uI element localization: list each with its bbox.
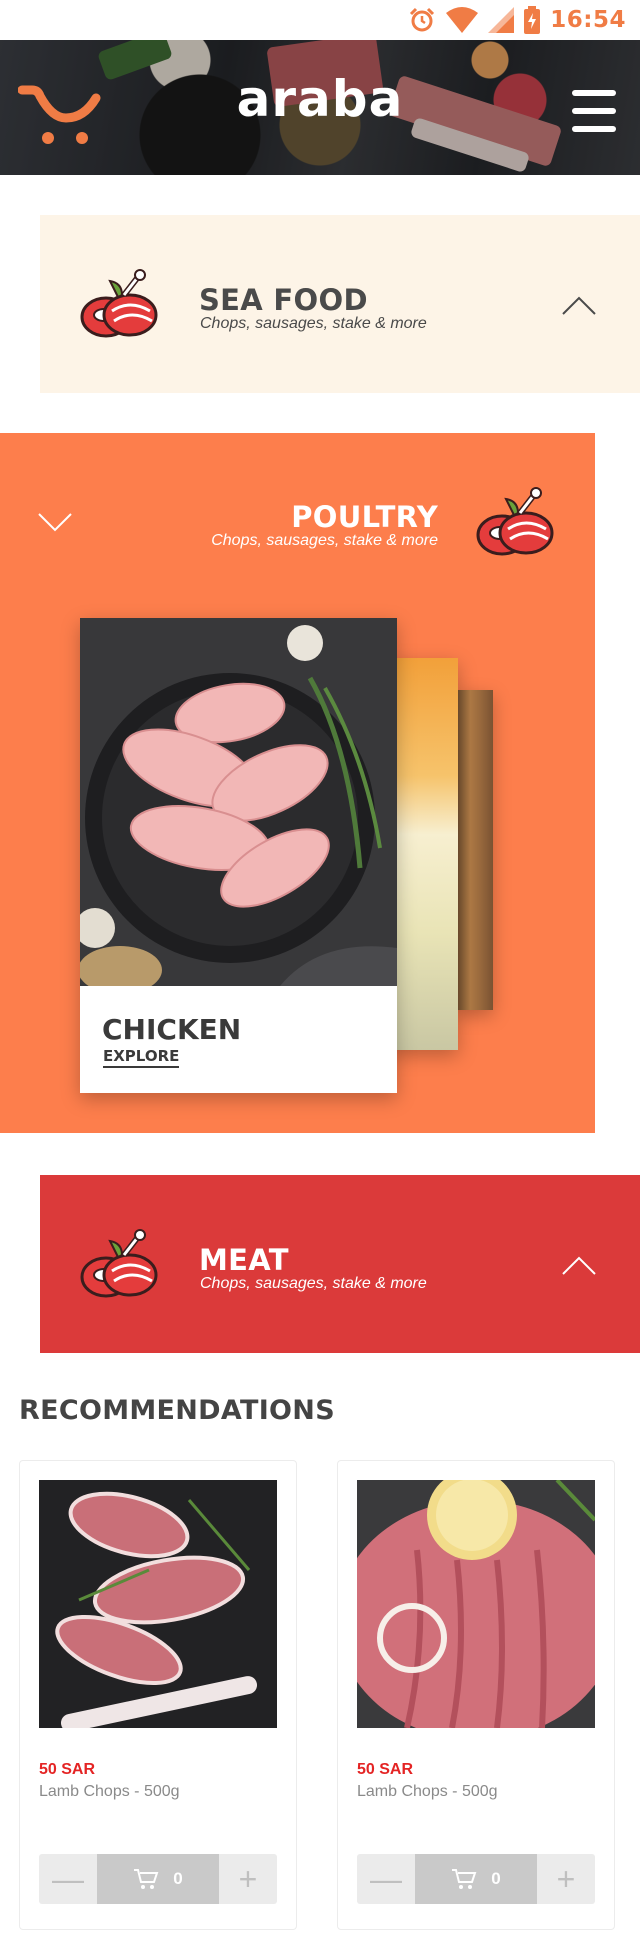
status-time: 16:54 — [550, 7, 626, 33]
cart-quantity: 0 — [173, 1869, 183, 1888]
cart-quantity: 0 — [491, 1869, 501, 1888]
product-price: 50 SAR — [39, 1761, 96, 1778]
chevron-up-icon[interactable] — [562, 295, 596, 315]
battery-charging-icon — [524, 6, 541, 34]
chicken-photo — [80, 618, 397, 986]
category-title: POULTRY — [291, 500, 438, 534]
add-to-cart-button[interactable]: 0 — [415, 1854, 537, 1904]
chevron-down-icon[interactable] — [38, 513, 72, 533]
meat-steak-icon — [476, 487, 554, 556]
product-card[interactable]: 50 SAR Lamb Chops - 500g — 0 + — [19, 1460, 297, 1930]
category-title: SEA FOOD — [199, 283, 368, 317]
product-image — [357, 1480, 595, 1728]
product-name: Lamb Chops - 500g — [39, 1783, 180, 1800]
carousel-card-chicken[interactable]: CHICKEN EXPLORE — [80, 618, 397, 1093]
product-image — [39, 1480, 277, 1728]
signal-icon — [488, 7, 515, 33]
chevron-up-icon[interactable] — [562, 1255, 596, 1275]
category-meat[interactable]: MEAT Chops, sausages, stake & more — [40, 1175, 640, 1353]
quantity-stepper: — 0 + — [357, 1854, 595, 1904]
page: 16:54 araba SEA FOOD Chops, sausages, st… — [0, 0, 640, 1937]
product-price: 50 SAR — [357, 1761, 414, 1778]
category-sea-food[interactable]: SEA FOOD Chops, sausages, stake & more — [40, 215, 640, 393]
minus-icon[interactable]: — — [357, 1854, 415, 1904]
carousel-card-bread[interactable] — [455, 690, 493, 1010]
product-card[interactable]: 50 SAR Lamb Chops - 500g — 0 + — [337, 1460, 615, 1930]
cart-icon — [452, 1869, 477, 1889]
section-title-recommendations: RECOMMENDATIONS — [19, 1395, 335, 1426]
app-header: araba — [0, 40, 640, 175]
carousel-card-eggs[interactable] — [390, 658, 458, 1050]
product-name: Lamb Chops - 500g — [357, 1783, 498, 1800]
quantity-stepper: — 0 + — [39, 1854, 277, 1904]
category-subtitle: Chops, sausages, stake & more — [200, 1275, 427, 1292]
meat-steak-icon — [80, 269, 158, 338]
category-subtitle: Chops, sausages, stake & more — [200, 315, 427, 332]
cart-icon — [134, 1869, 159, 1889]
carousel-card-title: CHICKEN — [102, 1013, 242, 1046]
plus-icon[interactable]: + — [219, 1854, 277, 1904]
meat-steak-icon — [80, 1229, 158, 1298]
category-title: MEAT — [199, 1243, 289, 1277]
wifi-icon — [446, 7, 479, 33]
alarm-icon — [410, 7, 435, 32]
category-subtitle: Chops, sausages, stake & more — [211, 532, 438, 549]
add-to-cart-button[interactable]: 0 — [97, 1854, 219, 1904]
explore-link[interactable]: EXPLORE — [103, 1047, 180, 1068]
status-bar: 16:54 — [0, 0, 640, 40]
minus-icon[interactable]: — — [39, 1854, 97, 1904]
plus-icon[interactable]: + — [537, 1854, 595, 1904]
hamburger-menu-icon[interactable] — [572, 90, 616, 132]
brand-logo-text: araba — [236, 70, 404, 128]
